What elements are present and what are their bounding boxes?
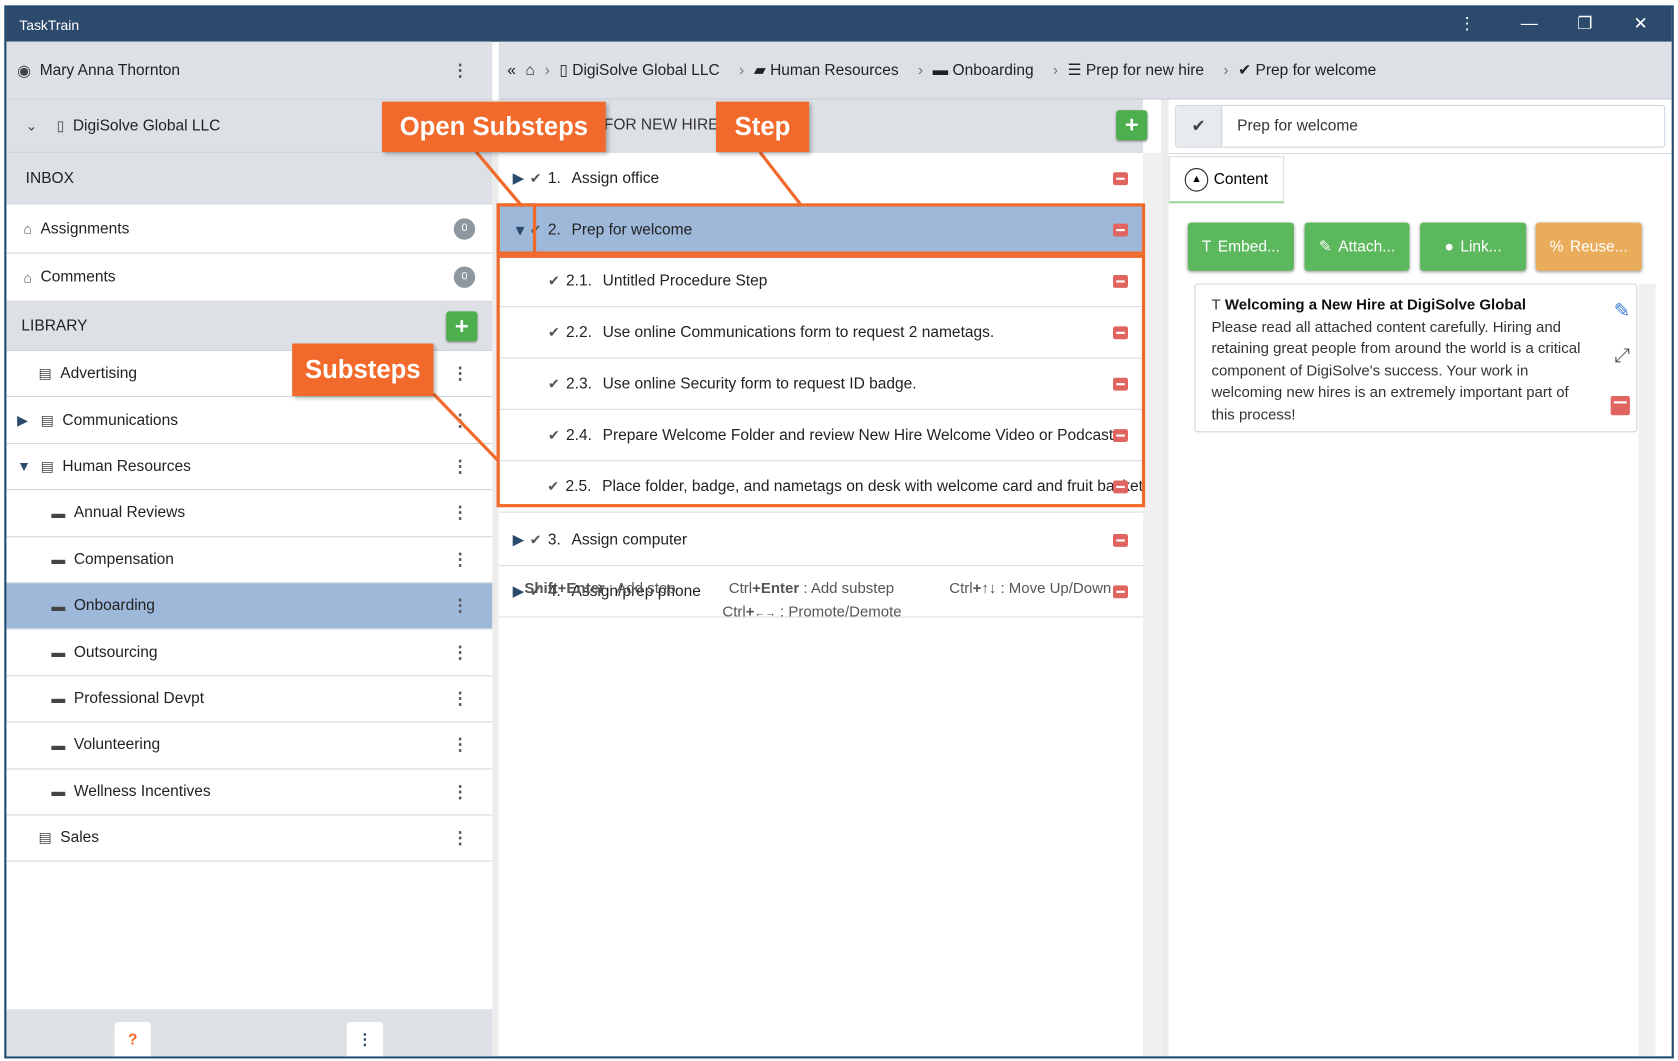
callout-step: Step [715,101,810,152]
step-pointer [758,150,802,206]
toggle-highlight-box [496,203,537,255]
substeps-highlight-box [496,254,1146,508]
callout-lines [432,150,802,462]
callout-substeps: Substeps [292,343,434,396]
open-substeps-pointer [475,150,524,208]
step-highlight-box [496,203,1146,255]
callout-open-substeps: Open Substeps [382,101,606,152]
substeps-pointer [432,392,499,462]
